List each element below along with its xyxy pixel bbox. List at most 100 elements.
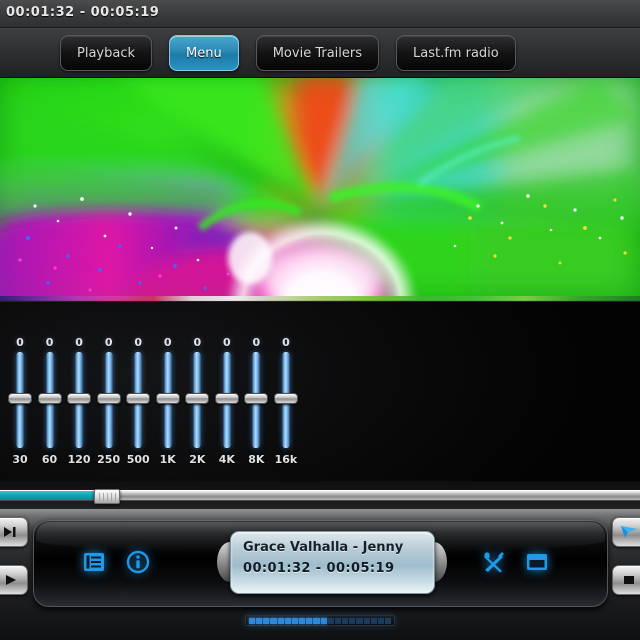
next-track-icon [4, 527, 16, 537]
title-bar: y 00:01:32 - 00:05:19 [0, 0, 640, 28]
eq-label-4k: 4K [218, 453, 235, 466]
tab-menu-label: Menu [186, 45, 222, 61]
eq-value-4k: 0 [223, 336, 231, 349]
led [363, 617, 370, 624]
eq-band-250: 0 250 [96, 336, 121, 476]
eq-label-16k: 16k [274, 453, 298, 466]
track-time: 00:01:32 - 00:05:19 [243, 561, 395, 576]
eq-slider-thumb[interactable] [8, 393, 32, 404]
seek-bar[interactable] [0, 489, 640, 504]
led [320, 617, 327, 624]
info-icon [126, 550, 150, 574]
tab-playback-label: Playback [77, 45, 136, 61]
eq-label-2k: 2K [189, 453, 206, 466]
tab-lastfm-radio-label: Last.fm radio [413, 45, 499, 61]
tab-movie-trailers[interactable]: Movie Trailers [255, 35, 380, 71]
eq-band-500: 0 500 [126, 336, 151, 476]
eq-band-4k: 0 4K [214, 336, 239, 476]
eq-slider-thumb[interactable] [96, 393, 121, 404]
led [349, 617, 356, 624]
led [249, 617, 256, 624]
eq-slider-120[interactable] [67, 352, 92, 448]
eq-value-2k: 0 [193, 336, 202, 349]
play-button[interactable] [0, 565, 28, 595]
eq-slider-250[interactable] [96, 352, 121, 448]
stop-button[interactable] [612, 565, 640, 595]
playlist-button[interactable] [82, 550, 106, 574]
eq-slider-thumb[interactable] [67, 393, 92, 404]
led [342, 617, 349, 624]
info-button[interactable] [126, 550, 150, 574]
toolbar: Playback Menu Movie Trailers Last.fm rad… [0, 28, 640, 78]
eq-label-250: 250 [97, 453, 121, 466]
eq-slider-thumb[interactable] [155, 393, 180, 404]
volume-cursor-icon [621, 526, 637, 538]
lcd-right-wing [434, 542, 447, 582]
eq-band-1k: 0 1K [155, 336, 180, 476]
seek-thumb[interactable] [94, 489, 121, 504]
stop-icon [624, 576, 634, 584]
track-display[interactable]: Grace Valhalla - Jenny 00:01:32 - 00:05:… [230, 531, 435, 594]
eq-slider-thumb[interactable] [37, 393, 62, 404]
eq-band-120: 0 120 [67, 336, 92, 476]
led [356, 617, 363, 624]
eq-label-500: 500 [126, 453, 150, 466]
led [256, 617, 263, 624]
eq-band-30: 0 30 [8, 336, 32, 476]
play-icon [6, 575, 16, 585]
seek-thumb-grip-icon [99, 493, 117, 501]
window-title: y 00:01:32 - 00:05:19 [0, 5, 160, 20]
eq-slider-1k[interactable] [155, 352, 180, 448]
eq-band-16k: 0 16k [273, 336, 298, 476]
seek-zone [0, 481, 640, 509]
seek-progress-fill [0, 491, 103, 500]
eq-slider-thumb[interactable] [185, 393, 210, 404]
eq-slider-8k[interactable] [244, 352, 269, 448]
eq-label-60: 60 [41, 453, 58, 466]
eq-slider-4k[interactable] [214, 352, 239, 448]
eq-slider-thumb[interactable] [214, 393, 239, 404]
eq-slider-thumb[interactable] [244, 393, 269, 404]
track-title: Grace Valhalla - Jenny [243, 540, 404, 555]
led [299, 617, 306, 624]
next-track-button[interactable] [0, 517, 28, 547]
eq-value-30: 0 [16, 336, 24, 349]
eq-value-500: 0 [134, 336, 143, 349]
eq-label-120: 120 [67, 453, 91, 466]
eq-value-16k: 0 [282, 336, 290, 349]
media-player-window: y 00:01:32 - 00:05:19 Playback Menu Movi… [0, 0, 640, 640]
eq-value-60: 0 [45, 336, 54, 349]
playlist-icon [84, 553, 104, 571]
player-deck: Grace Valhalla - Jenny 00:01:32 - 00:05:… [33, 519, 608, 607]
led [384, 617, 392, 624]
tab-playback[interactable]: Playback [60, 35, 153, 71]
volume-button[interactable] [612, 517, 640, 547]
eq-band-60: 0 60 [37, 336, 62, 476]
window-icon [527, 554, 547, 570]
eq-slider-thumb[interactable] [273, 393, 298, 404]
led [306, 617, 313, 624]
led [370, 617, 377, 624]
eq-label-30: 30 [12, 453, 28, 466]
led [284, 617, 291, 624]
tab-menu[interactable]: Menu [169, 35, 239, 71]
eq-value-250: 0 [104, 336, 113, 349]
equalizer-panel: 0 30 0 60 0 120 0 250 0 500 0 1K 0 2K 0 … [0, 301, 640, 481]
tools-icon [484, 552, 504, 573]
eq-slider-2k[interactable] [185, 352, 210, 448]
eq-slider-thumb[interactable] [126, 393, 151, 404]
eq-slider-30[interactable] [8, 352, 32, 448]
led [291, 617, 299, 624]
led [327, 617, 334, 624]
tools-button[interactable] [482, 550, 506, 574]
eq-label-1k: 1K [159, 453, 176, 466]
tab-movie-trailers-label: Movie Trailers [272, 45, 363, 61]
tab-lastfm-radio[interactable]: Last.fm radio [396, 35, 516, 71]
eq-slider-500[interactable] [126, 352, 151, 448]
eq-slider-16k[interactable] [273, 352, 298, 448]
window-button[interactable] [525, 550, 549, 574]
tab-row: Playback Menu Movie Trailers Last.fm rad… [60, 35, 516, 71]
visualizer-canvas[interactable] [0, 78, 640, 300]
led [313, 617, 320, 624]
eq-slider-60[interactable] [37, 352, 62, 448]
